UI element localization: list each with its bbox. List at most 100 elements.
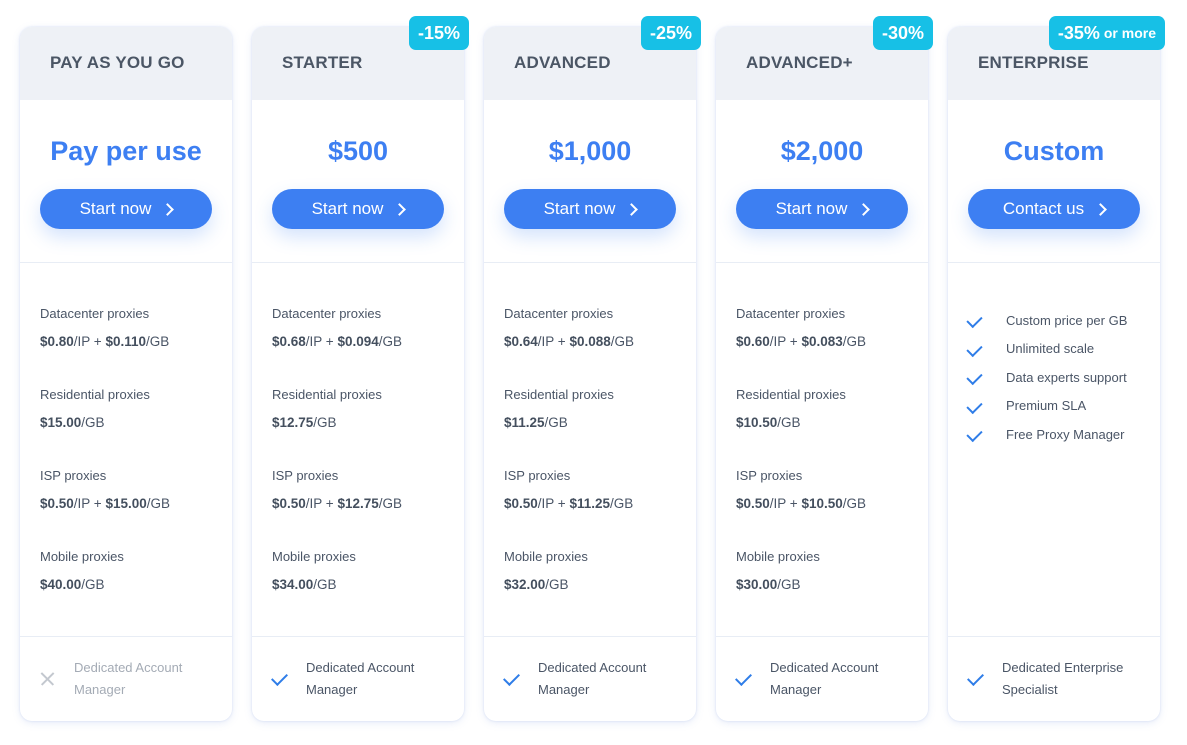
- proxy-price: $0.50/IP + $11.25/GB: [504, 496, 684, 512]
- discount-value: -15%: [417, 22, 460, 43]
- proxy-type-label: Datacenter proxies: [40, 306, 150, 321]
- divider: [716, 636, 928, 637]
- check-icon: [966, 670, 986, 688]
- proxy-price: $10.50/GB: [736, 415, 916, 431]
- discount-value: -30%: [881, 22, 924, 43]
- pricing-card-enterprise: ENTERPRISE Custom Contact us Dedicated E…: [948, 16, 1165, 721]
- divider: [20, 636, 232, 637]
- chevron-right-icon: [857, 202, 871, 216]
- proxy-pricing-item: ISP proxies $0.50/IP + $15.00/GB: [40, 468, 220, 549]
- chevron-right-icon: [393, 202, 407, 216]
- account-manager-row: Dedicated Account Manager: [502, 657, 686, 701]
- proxy-pricing-item: Mobile proxies $32.00/GB: [504, 549, 684, 630]
- price-unit: /GB: [777, 415, 801, 430]
- price-amount: $0.50: [736, 496, 770, 511]
- divider: [252, 262, 464, 263]
- cta-label: Start now: [79, 199, 152, 218]
- check-icon: [966, 399, 986, 413]
- proxy-pricing-item: ISP proxies $0.50/IP + $12.75/GB: [272, 468, 452, 549]
- plan-name: ADVANCED: [514, 53, 611, 72]
- proxy-pricing-item: ISP proxies $0.50/IP + $10.50/GB: [736, 468, 916, 549]
- proxy-type-label: Residential proxies: [40, 387, 150, 402]
- start-now-button[interactable]: Start now: [736, 189, 908, 229]
- proxy-price: $0.50/IP + $15.00/GB: [40, 496, 220, 512]
- proxy-price: $0.64/IP + $0.088/GB: [504, 334, 684, 350]
- proxy-pricing-item: Residential proxies $11.25/GB: [504, 387, 684, 468]
- price-amount: $15.00: [40, 415, 82, 430]
- chevron-right-icon: [625, 202, 639, 216]
- plan-name: ENTERPRISE: [978, 53, 1089, 72]
- discount-value: -25%: [649, 22, 692, 43]
- check-icon: [270, 670, 290, 688]
- proxy-type-label: ISP proxies: [736, 468, 803, 483]
- proxy-price: $15.00/GB: [40, 415, 220, 431]
- price-amount: $40.00: [40, 577, 82, 592]
- proxy-price: $0.80/IP + $0.110/GB: [40, 334, 220, 350]
- proxy-pricing-item: Residential proxies $12.75/GB: [272, 387, 452, 468]
- proxy-type-label: Residential proxies: [504, 387, 614, 402]
- feature-item: Data experts support: [966, 363, 1152, 392]
- cta-label: Start now: [543, 199, 616, 218]
- price-amount: $0.68: [272, 334, 306, 349]
- cross-icon: [38, 670, 58, 688]
- account-manager-row: Dedicated Enterprise Specialist: [966, 657, 1150, 701]
- proxy-pricing-list: Datacenter proxies $0.60/IP + $0.083/GB Re…: [736, 306, 916, 630]
- discount-suffix: or more: [1103, 25, 1156, 41]
- proxy-type-label: ISP proxies: [40, 468, 107, 483]
- proxy-type-label: ISP proxies: [272, 468, 339, 483]
- start-now-button[interactable]: Start now: [272, 189, 444, 229]
- proxy-pricing-item: Datacenter proxies $0.68/IP + $0.094/GB: [272, 306, 452, 387]
- price-unit: /GB: [777, 577, 801, 592]
- price-amount: $10.50: [801, 496, 843, 511]
- plan-price: Custom: [1003, 136, 1105, 166]
- divider: [484, 262, 696, 263]
- price-amount: $34.00: [272, 577, 314, 592]
- proxy-price: $30.00/GB: [736, 577, 916, 593]
- price-amount: $15.00: [105, 496, 147, 511]
- proxy-type-label: ISP proxies: [504, 468, 571, 483]
- check-icon: [966, 370, 986, 384]
- chevron-right-icon: [1094, 202, 1107, 216]
- contact-us-button[interactable]: Contact us: [968, 189, 1140, 229]
- feature-item: Premium SLA: [966, 392, 1152, 421]
- divider: [716, 262, 928, 263]
- start-now-button[interactable]: Start now: [40, 189, 212, 229]
- price-amount: $0.80: [40, 334, 74, 349]
- price-unit: /IP +: [769, 496, 802, 511]
- price-unit: /GB: [146, 496, 171, 511]
- start-now-button[interactable]: Start now: [504, 189, 676, 229]
- price-amount: $0.088: [569, 334, 611, 349]
- divider: [252, 636, 464, 637]
- price-unit: /IP +: [537, 334, 570, 349]
- proxy-type-label: Datacenter proxies: [504, 306, 614, 321]
- price-unit: /IP +: [305, 496, 338, 511]
- price-unit: /IP +: [537, 496, 570, 511]
- proxy-price: $12.75/GB: [272, 415, 452, 431]
- proxy-pricing-list: Datacenter proxies $0.68/IP + $0.094/GB Re…: [272, 306, 452, 630]
- plan-name: STARTER: [282, 53, 363, 72]
- pricing-card-advanced: ADVANCED $1,000 Start now Dedicated Acco…: [484, 16, 701, 721]
- proxy-price: $32.00/GB: [504, 577, 684, 593]
- proxy-type-label: Residential proxies: [736, 387, 846, 402]
- price-amount: $11.25: [569, 496, 610, 511]
- proxy-pricing-list: Datacenter proxies $0.64/IP + $0.088/GB Re…: [504, 306, 684, 630]
- price-unit: /IP +: [769, 334, 802, 349]
- proxy-pricing-item: Datacenter proxies $0.60/IP + $0.083/GB: [736, 306, 916, 387]
- proxy-type-label: Mobile proxies: [272, 549, 356, 564]
- price-amount: $0.110: [105, 334, 146, 349]
- discount-badge: -25%: [640, 16, 701, 50]
- price-amount: $12.75: [337, 496, 379, 511]
- price-unit: /GB: [146, 334, 170, 349]
- plan-name: ADVANCED+: [746, 53, 853, 72]
- price-unit: /GB: [378, 496, 403, 511]
- discount-badge: -35% or more: [1048, 16, 1165, 50]
- divider: [484, 636, 696, 637]
- proxy-pricing-item: Datacenter proxies $0.64/IP + $0.088/GB: [504, 306, 684, 387]
- plan-name: PAY AS YOU GO: [50, 53, 185, 72]
- check-icon: [966, 342, 986, 356]
- pricing-card-advanced: ADVANCED+ $2,000 Start now Dedicated Acc…: [716, 16, 933, 721]
- price-unit: /GB: [842, 496, 867, 511]
- account-manager-text: Dedicated Account Manager: [74, 660, 183, 697]
- proxy-price: $40.00/GB: [40, 577, 220, 593]
- proxy-type-label: Datacenter proxies: [272, 306, 382, 321]
